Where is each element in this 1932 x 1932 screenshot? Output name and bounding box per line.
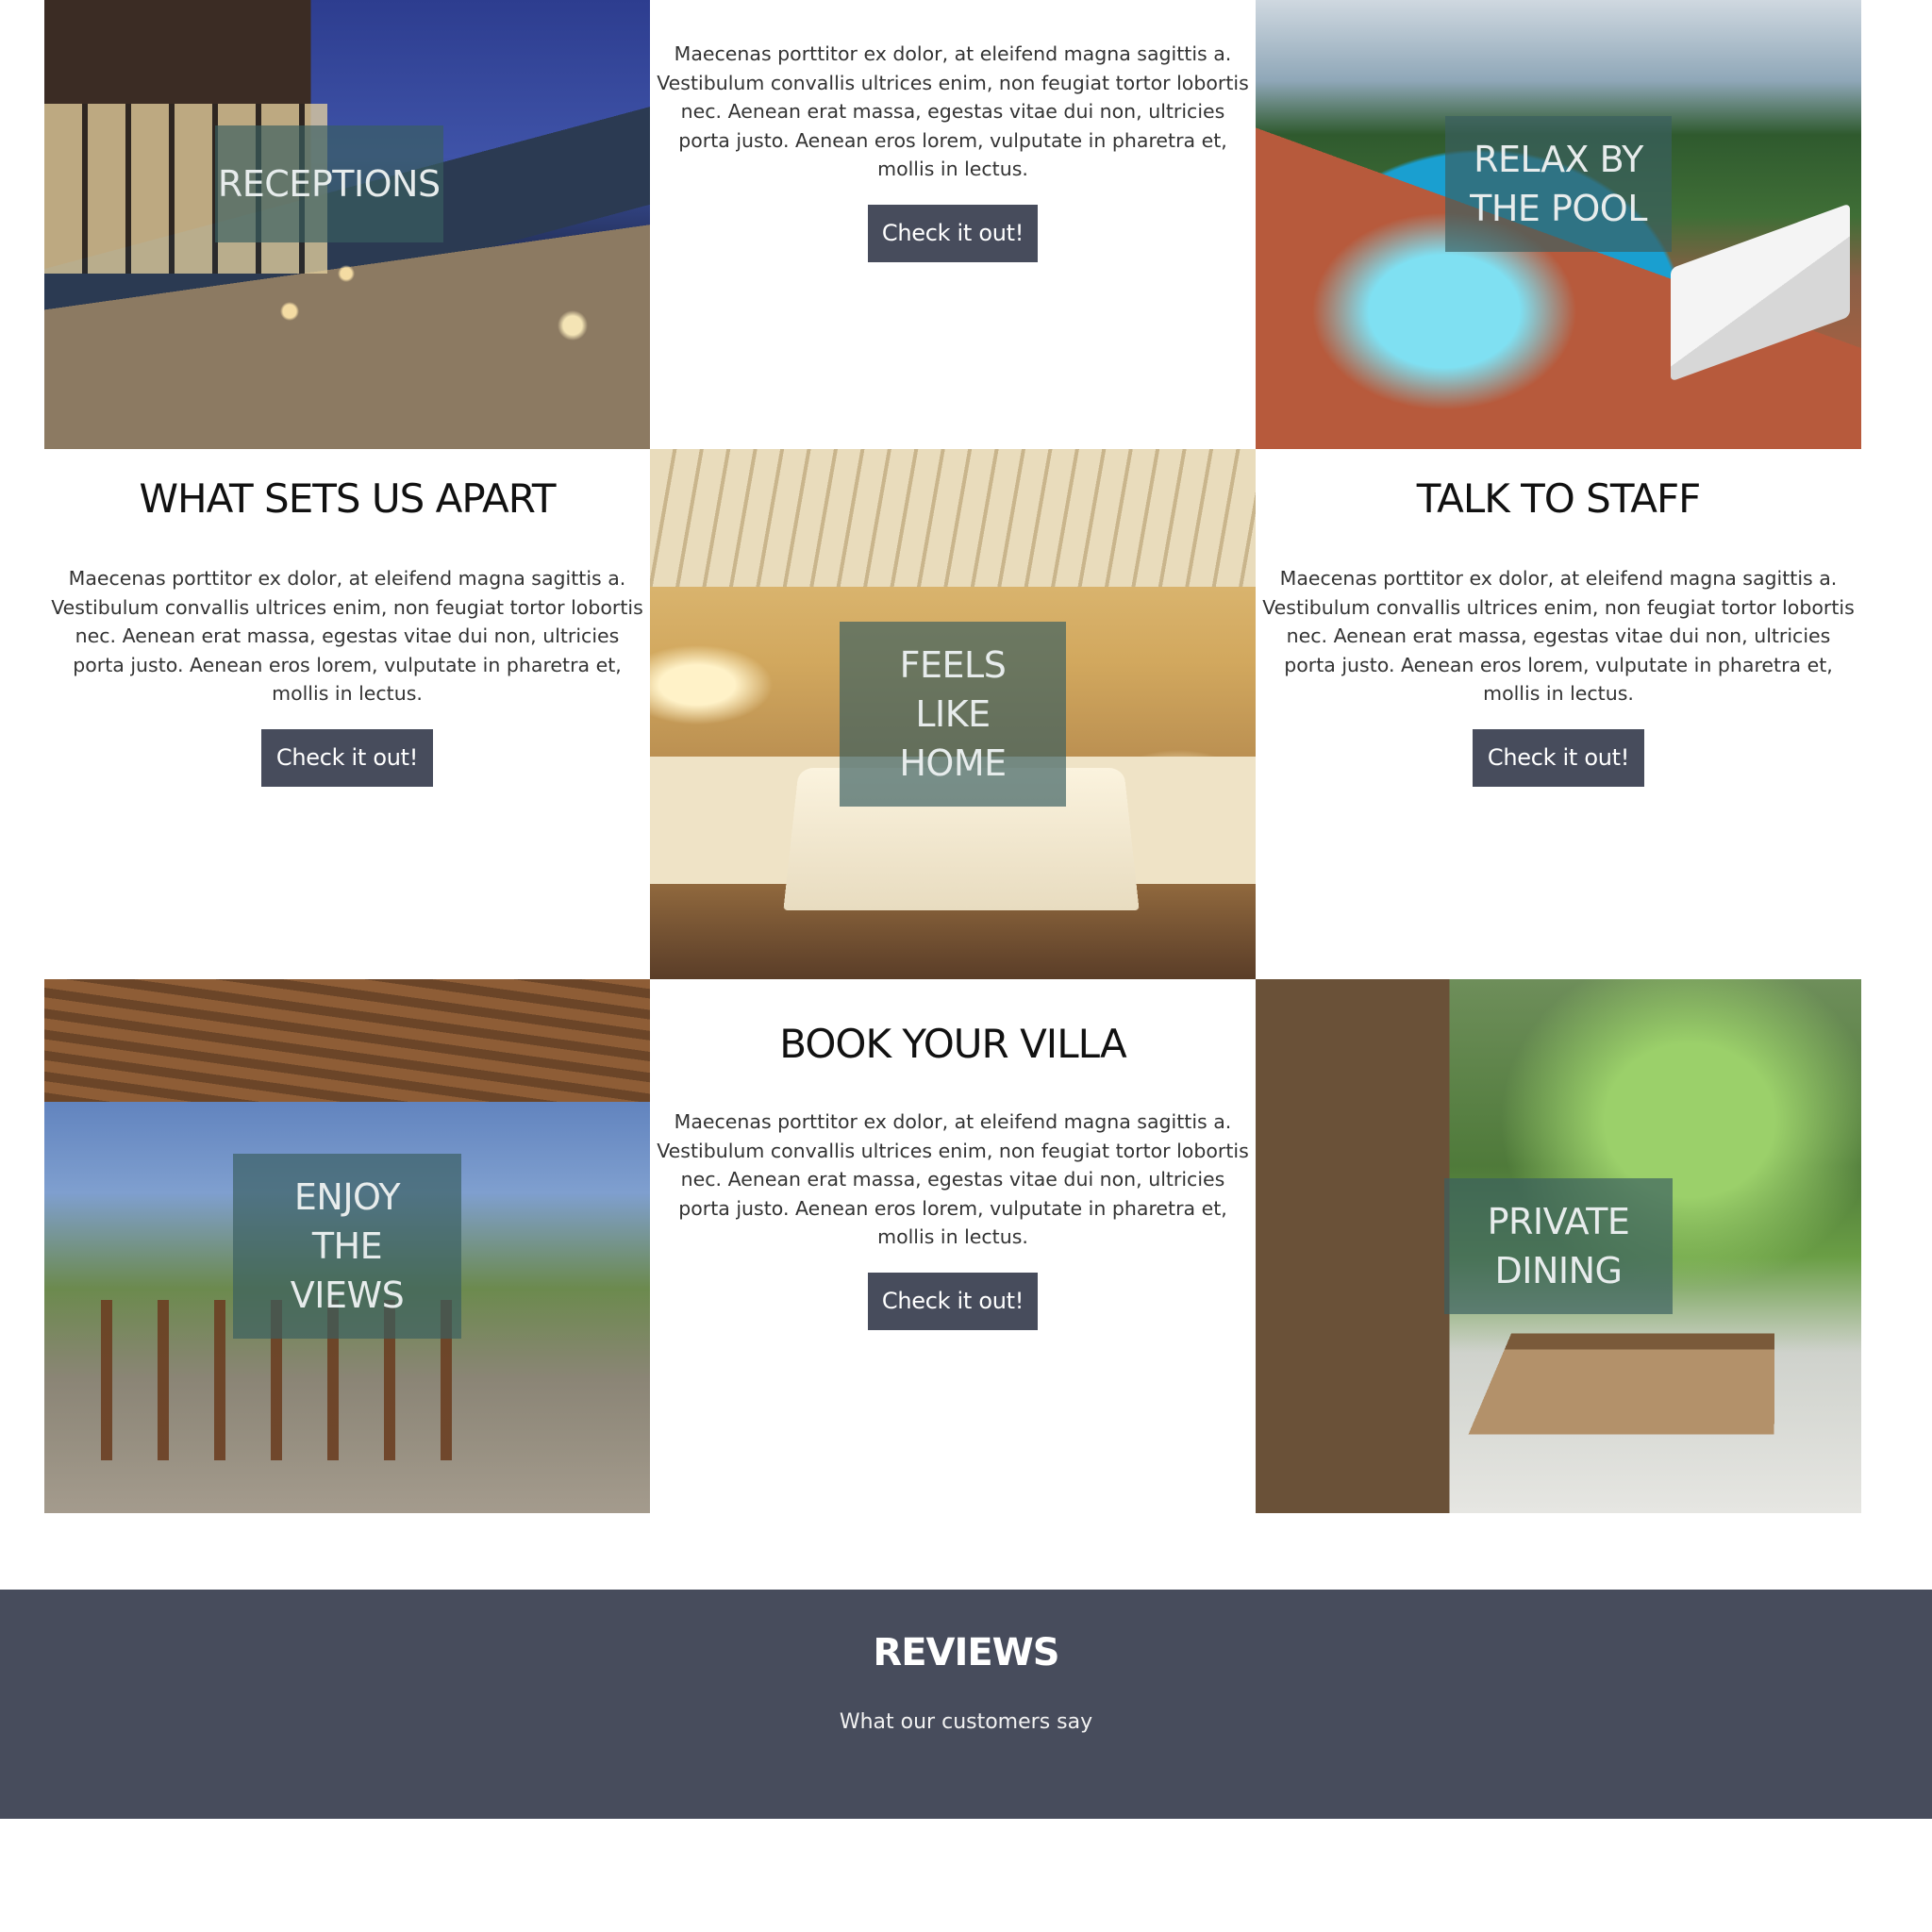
- reviews-section: REVIEWS What our customers say: [0, 1590, 1932, 1819]
- reviews-subtitle: What our customers say: [839, 1710, 1093, 1734]
- reviews-title: REVIEWS: [873, 1631, 1059, 1674]
- apart-block: WHAT SETS US APART Maecenas porttitor ex…: [44, 449, 650, 979]
- views-label: ENJOY THE VIEWS: [233, 1154, 461, 1339]
- receptions-tile[interactable]: RECEPTIONS: [44, 0, 650, 449]
- intro-text: Maecenas porttitor ex dolor, at eleifend…: [657, 42, 1249, 181]
- staff-title: TALK TO STAFF: [1416, 475, 1702, 522]
- feature-grid: RECEPTIONS Maecenas porttitor ex dolor, …: [44, 0, 1861, 1513]
- staff-text: Maecenas porttitor ex dolor, at eleifend…: [1262, 567, 1855, 706]
- bedroom-label: FEELS LIKE HOME: [840, 622, 1066, 807]
- book-text: Maecenas porttitor ex dolor, at eleifend…: [657, 1110, 1249, 1249]
- pool-tile[interactable]: RELAX BY THE POOL: [1256, 0, 1861, 449]
- dining-tile[interactable]: PRIVATE DINING: [1256, 979, 1861, 1513]
- dining-label: PRIVATE DINING: [1444, 1178, 1673, 1314]
- pool-label: RELAX BY THE POOL: [1445, 116, 1672, 253]
- intro-check-button[interactable]: Check it out!: [868, 204, 1038, 262]
- receptions-label: RECEPTIONS: [214, 125, 443, 243]
- apart-check-button[interactable]: Check it out!: [261, 728, 433, 787]
- staff-check-button[interactable]: Check it out!: [1473, 728, 1644, 787]
- views-tile[interactable]: ENJOY THE VIEWS: [44, 979, 650, 1513]
- intro-block: Maecenas porttitor ex dolor, at eleifend…: [650, 0, 1256, 449]
- staff-block: TALK TO STAFF Maecenas porttitor ex dolo…: [1256, 449, 1861, 979]
- book-block: BOOK YOUR VILLA Maecenas porttitor ex do…: [650, 979, 1256, 1513]
- bedroom-tile[interactable]: FEELS LIKE HOME: [650, 449, 1256, 979]
- feature-row: RECEPTIONS Maecenas porttitor ex dolor, …: [44, 0, 1861, 449]
- apart-title: WHAT SETS US APART: [139, 475, 556, 522]
- feature-row: WHAT SETS US APART Maecenas porttitor ex…: [44, 449, 1861, 979]
- book-check-button[interactable]: Check it out!: [868, 1272, 1038, 1330]
- feature-row: ENJOY THE VIEWS BOOK YOUR VILLA Maecenas…: [44, 979, 1861, 1513]
- book-title: BOOK YOUR VILLA: [779, 1021, 1126, 1067]
- apart-text: Maecenas porttitor ex dolor, at eleifend…: [51, 567, 643, 706]
